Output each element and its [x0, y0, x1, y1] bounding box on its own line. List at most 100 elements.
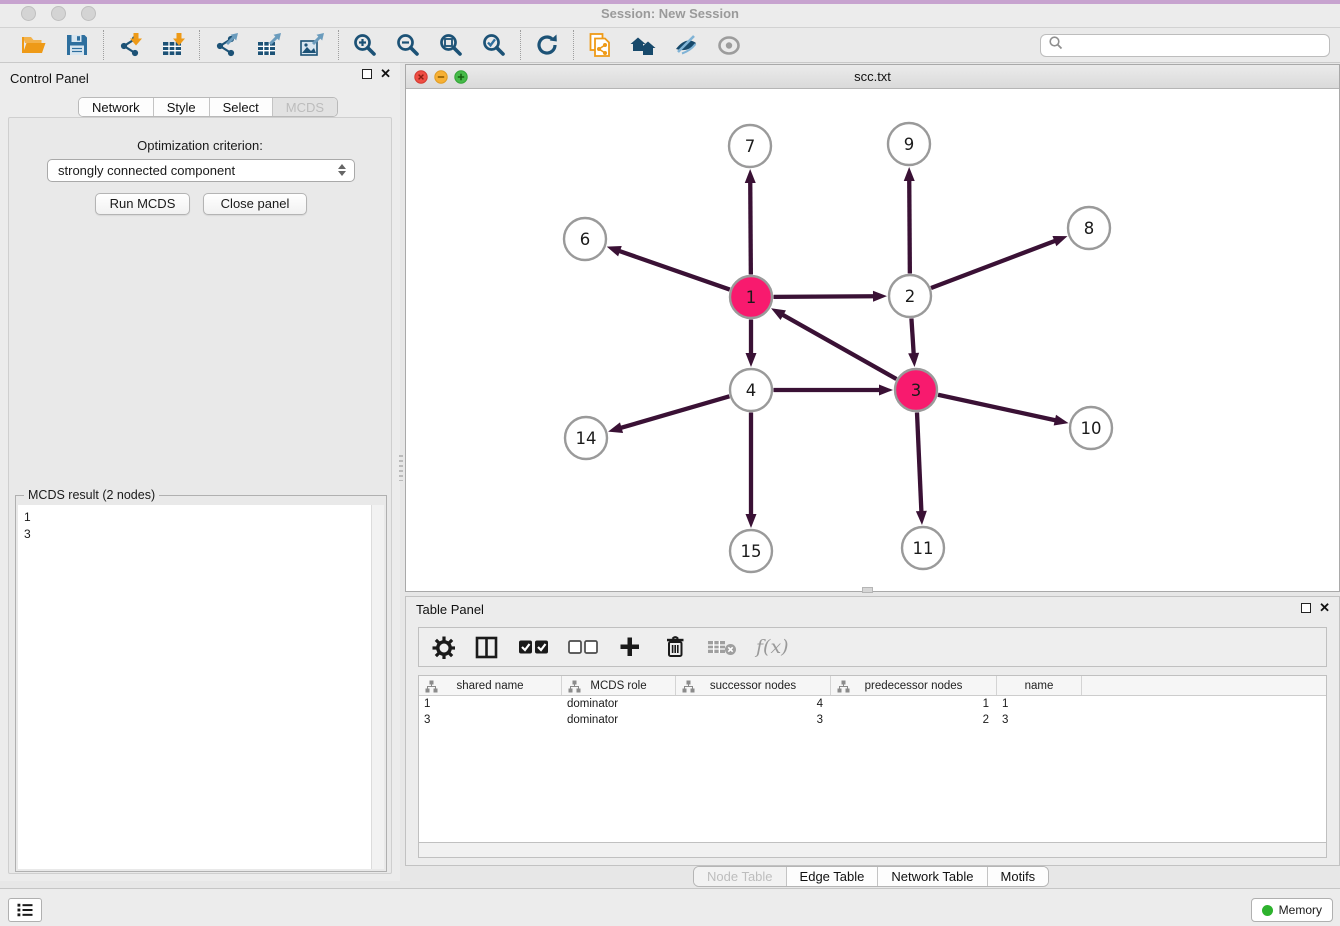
zoom-fit-icon[interactable] — [437, 31, 465, 59]
graph-edge-4-3[interactable] — [774, 385, 894, 396]
deselect-all-icon[interactable] — [568, 638, 598, 656]
network-file-icon[interactable] — [586, 31, 614, 59]
graph-node-14[interactable]: 14 — [565, 417, 607, 459]
result-scrollbar[interactable] — [371, 505, 384, 869]
graph-node-15[interactable]: 15 — [730, 530, 772, 572]
close-table-panel-icon[interactable]: ✕ — [1319, 603, 1330, 613]
graph-node-10[interactable]: 10 — [1070, 407, 1112, 449]
import-table-icon[interactable] — [159, 31, 187, 59]
memory-status-icon — [1262, 905, 1273, 916]
titlebar: Session: New Session — [0, 0, 1340, 28]
tab-network[interactable]: Network — [79, 98, 153, 116]
toolbar-group — [202, 31, 336, 59]
graph-edge-4-15[interactable] — [746, 413, 757, 529]
table-cell[interactable]: dominator — [562, 696, 676, 712]
graph-node-11[interactable]: 11 — [902, 527, 944, 569]
vertical-splitter-handle[interactable] — [399, 455, 403, 481]
search-input[interactable] — [1068, 38, 1329, 52]
zoom-in-icon[interactable] — [351, 31, 379, 59]
select-all-icon[interactable] — [518, 638, 549, 656]
tab-node-table[interactable]: Node Table — [694, 867, 786, 886]
table-cell[interactable]: 1 — [997, 696, 1082, 712]
gear-icon[interactable] — [431, 635, 455, 659]
graph-edge-3-10[interactable] — [938, 395, 1069, 426]
tab-network-table[interactable]: Network Table — [877, 867, 986, 886]
graph-node-7[interactable]: 7 — [729, 125, 771, 167]
memory-button[interactable]: Memory — [1251, 898, 1333, 922]
task-history-button[interactable] — [8, 898, 42, 922]
column-header-name[interactable]: name — [997, 676, 1082, 695]
export-table-icon[interactable] — [255, 31, 283, 59]
zoom-selected-icon[interactable] — [480, 31, 508, 59]
graph-edge-1-6[interactable] — [607, 246, 730, 290]
table-horizontal-scrollbar[interactable] — [418, 843, 1327, 858]
table-cell[interactable]: 3 — [997, 712, 1082, 728]
table-cell[interactable]: 2 — [831, 712, 997, 728]
split-pane-icon[interactable] — [474, 635, 499, 660]
graph-node-4[interactable]: 4 — [730, 369, 772, 411]
graph-edge-2-9[interactable] — [904, 167, 915, 274]
optimization-criterion-label: Optimization criterion: — [9, 138, 391, 153]
close-panel-button[interactable]: Close panel — [203, 193, 307, 215]
tab-motifs[interactable]: Motifs — [987, 867, 1049, 886]
table-cell[interactable]: 3 — [419, 712, 562, 728]
export-image-icon[interactable] — [298, 31, 326, 59]
graph-node-2[interactable]: 2 — [889, 275, 931, 317]
column-sort-icon — [837, 680, 850, 696]
graph-node-6[interactable]: 6 — [564, 218, 606, 260]
graph-edge-2-3[interactable] — [908, 318, 919, 367]
graph-edge-2-8[interactable] — [931, 236, 1067, 288]
zoom-out-icon[interactable] — [394, 31, 422, 59]
network-window-titlebar[interactable]: scc.txt — [406, 65, 1339, 89]
table-cell[interactable]: 3 — [676, 712, 831, 728]
table-cell[interactable]: 1 — [831, 696, 997, 712]
graph-node-9[interactable]: 9 — [888, 123, 930, 165]
table-cell[interactable]: dominator — [562, 712, 676, 728]
column-header-MCDS-role[interactable]: MCDS role — [562, 676, 676, 695]
graph-edge-3-11[interactable] — [916, 412, 927, 525]
mcds-result-textarea[interactable]: 13 — [18, 505, 384, 869]
delete-column-icon[interactable] — [662, 634, 688, 660]
graph-edge-1-7[interactable] — [745, 169, 756, 275]
graph-node-8[interactable]: 8 — [1068, 207, 1110, 249]
graph-node-1[interactable]: 1 — [730, 276, 772, 318]
refresh-icon[interactable] — [533, 31, 561, 59]
tab-select[interactable]: Select — [209, 98, 272, 116]
open-session-icon[interactable] — [20, 31, 48, 59]
graph-edge-1-4[interactable] — [746, 320, 757, 368]
column-header-label: successor nodes — [710, 680, 796, 692]
tab-edge-table[interactable]: Edge Table — [786, 867, 878, 886]
horizontal-splitter-handle[interactable] — [862, 587, 873, 593]
graph-node-3[interactable]: 3 — [895, 369, 937, 411]
table-cell[interactable]: 4 — [676, 696, 831, 712]
tab-style[interactable]: Style — [153, 98, 209, 116]
graph-edge-3-1[interactable] — [771, 308, 896, 379]
add-column-icon[interactable] — [617, 634, 643, 660]
toolbar-separator — [520, 30, 521, 60]
graphics-details-icon[interactable] — [672, 31, 700, 59]
float-panel-icon[interactable] — [362, 69, 372, 79]
column-header-successor-nodes[interactable]: successor nodes — [676, 676, 831, 695]
network-view-window: scc.txt 7 9 6 8 1 2 4 3 14 10 15 11 — [405, 64, 1340, 592]
toolbar-group — [576, 31, 753, 59]
column-header-shared-name[interactable]: shared name — [419, 676, 562, 695]
graph-edge-4-14[interactable] — [608, 396, 729, 433]
run-mcds-button[interactable]: Run MCDS — [95, 193, 190, 215]
toolbar-separator — [103, 30, 104, 60]
search-field[interactable] — [1040, 34, 1330, 57]
import-network-icon[interactable] — [116, 31, 144, 59]
birds-eye-icon[interactable] — [715, 31, 743, 59]
criterion-value: strongly connected component — [58, 163, 235, 178]
table-cell[interactable]: 1 — [419, 696, 562, 712]
save-session-icon[interactable] — [63, 31, 91, 59]
svg-text:8: 8 — [1084, 219, 1095, 238]
network-canvas[interactable]: 7 9 6 8 1 2 4 3 14 10 15 11 — [406, 89, 1339, 591]
tab-mcds[interactable]: MCDS — [272, 98, 337, 116]
float-table-panel-icon[interactable] — [1301, 603, 1311, 613]
criterion-dropdown[interactable]: strongly connected component — [47, 159, 355, 182]
home-icon[interactable] — [629, 31, 657, 59]
close-panel-icon[interactable]: ✕ — [380, 69, 391, 79]
column-header-predecessor-nodes[interactable]: predecessor nodes — [831, 676, 997, 695]
graph-edge-1-2[interactable] — [773, 291, 887, 302]
export-network-icon[interactable] — [212, 31, 240, 59]
